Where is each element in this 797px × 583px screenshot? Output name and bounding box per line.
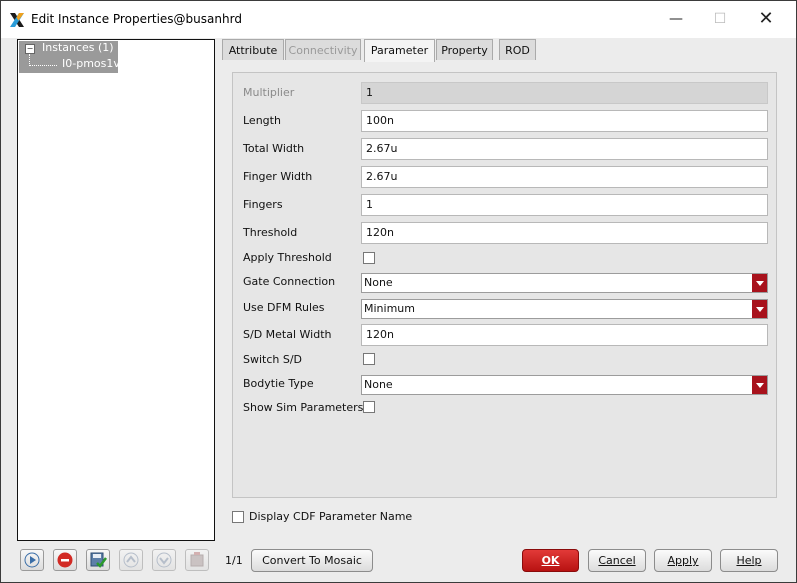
page-indicator: 1/1	[225, 554, 243, 567]
use-dfm-rules-label: Use DFM Rules	[243, 301, 325, 314]
x-logo-icon	[10, 13, 24, 27]
use-dfm-rules-value: Minimum	[364, 302, 415, 315]
stop-icon	[57, 552, 73, 568]
up-icon	[123, 552, 139, 568]
bodytie-type-label: Bodytie Type	[243, 377, 314, 390]
tab-parameter[interactable]: Parameter	[364, 39, 435, 62]
maximize-button[interactable]: ☐	[705, 8, 735, 30]
apply-label: Apply	[667, 554, 699, 567]
delete-icon	[190, 552, 204, 567]
show-sim-parameters-label: Show Sim Parameters	[243, 401, 364, 414]
close-button[interactable]: ✕	[751, 8, 781, 30]
convert-to-mosaic-button[interactable]: Convert To Mosaic	[251, 549, 373, 572]
tree-connector-horizontal	[29, 65, 57, 66]
apply-threshold-checkbox[interactable]	[363, 252, 375, 264]
help-label: Help	[736, 554, 762, 567]
help-button[interactable]: Help	[720, 549, 778, 572]
move-down-button[interactable]	[152, 549, 176, 571]
use-dfm-rules-select[interactable]: Minimum	[361, 299, 768, 319]
switch-sd-label: Switch S/D	[243, 353, 303, 366]
tree-item-instances[interactable]: Instances (1)	[42, 41, 114, 54]
chevron-down-icon[interactable]	[752, 300, 767, 318]
apply-button[interactable]: Apply	[654, 549, 712, 572]
cancel-label: Cancel	[598, 554, 636, 567]
tab-rod[interactable]: ROD	[499, 39, 536, 60]
save-check-icon	[90, 552, 107, 568]
apply-threshold-label: Apply Threshold	[243, 251, 332, 264]
display-cdf-label: Display CDF Parameter Name	[249, 510, 413, 523]
threshold-field[interactable]: 120n	[361, 222, 768, 244]
move-up-button[interactable]	[119, 549, 143, 571]
total-width-field[interactable]: 2.67u	[361, 138, 768, 160]
length-field[interactable]: 100n	[361, 110, 768, 132]
down-icon	[156, 552, 172, 568]
edit-instance-properties-window: Edit Instance Properties@busanhrd — ☐ ✕ …	[0, 0, 797, 583]
switch-sd-checkbox[interactable]	[363, 353, 375, 365]
stop-button[interactable]	[53, 549, 77, 571]
multiplier-label: Multiplier	[243, 86, 295, 99]
gate-connection-select[interactable]: None	[361, 273, 768, 293]
sd-metal-width-field[interactable]: 120n	[361, 324, 768, 346]
save-check-button[interactable]	[86, 549, 110, 571]
tree-item-instance[interactable]: I0-pmos1v	[62, 57, 120, 70]
chevron-down-icon[interactable]	[752, 274, 767, 292]
parameter-panel: Multiplier 1 Length 100n Total Width 2.6…	[232, 72, 777, 498]
finger-width-field[interactable]: 2.67u	[361, 166, 768, 188]
gate-connection-value: None	[364, 276, 393, 289]
length-label: Length	[243, 114, 281, 127]
sd-metal-width-label: S/D Metal Width	[243, 328, 332, 341]
display-cdf-checkbox[interactable]	[232, 511, 244, 523]
bodytie-type-select[interactable]: None	[361, 375, 768, 395]
fingers-field[interactable]: 1	[361, 194, 768, 216]
minimize-button[interactable]: —	[661, 8, 691, 30]
instance-tree[interactable]: − Instances (1) I0-pmos1v	[17, 39, 215, 541]
delete-button[interactable]	[185, 549, 209, 571]
threshold-label: Threshold	[243, 226, 298, 239]
window-title: Edit Instance Properties@busanhrd	[31, 12, 242, 26]
chevron-down-icon[interactable]	[752, 376, 767, 394]
play-button[interactable]	[20, 549, 44, 571]
finger-width-label: Finger Width	[243, 170, 313, 183]
cancel-button[interactable]: Cancel	[588, 549, 646, 572]
show-sim-parameters-checkbox[interactable]	[363, 401, 375, 413]
bodytie-type-value: None	[364, 378, 393, 391]
tab-property[interactable]: Property	[436, 39, 493, 60]
play-icon	[24, 552, 40, 568]
tab-attribute[interactable]: Attribute	[222, 39, 284, 60]
total-width-label: Total Width	[243, 142, 305, 155]
ok-label: OK	[541, 554, 560, 567]
title-bar: Edit Instance Properties@busanhrd — ☐ ✕	[1, 1, 796, 38]
multiplier-field: 1	[361, 82, 768, 104]
gate-connection-label: Gate Connection	[243, 275, 336, 288]
fingers-label: Fingers	[243, 198, 283, 211]
collapse-icon[interactable]: −	[25, 44, 35, 54]
tab-connectivity[interactable]: Connectivity	[285, 39, 361, 60]
ok-button[interactable]: OK	[522, 549, 579, 572]
